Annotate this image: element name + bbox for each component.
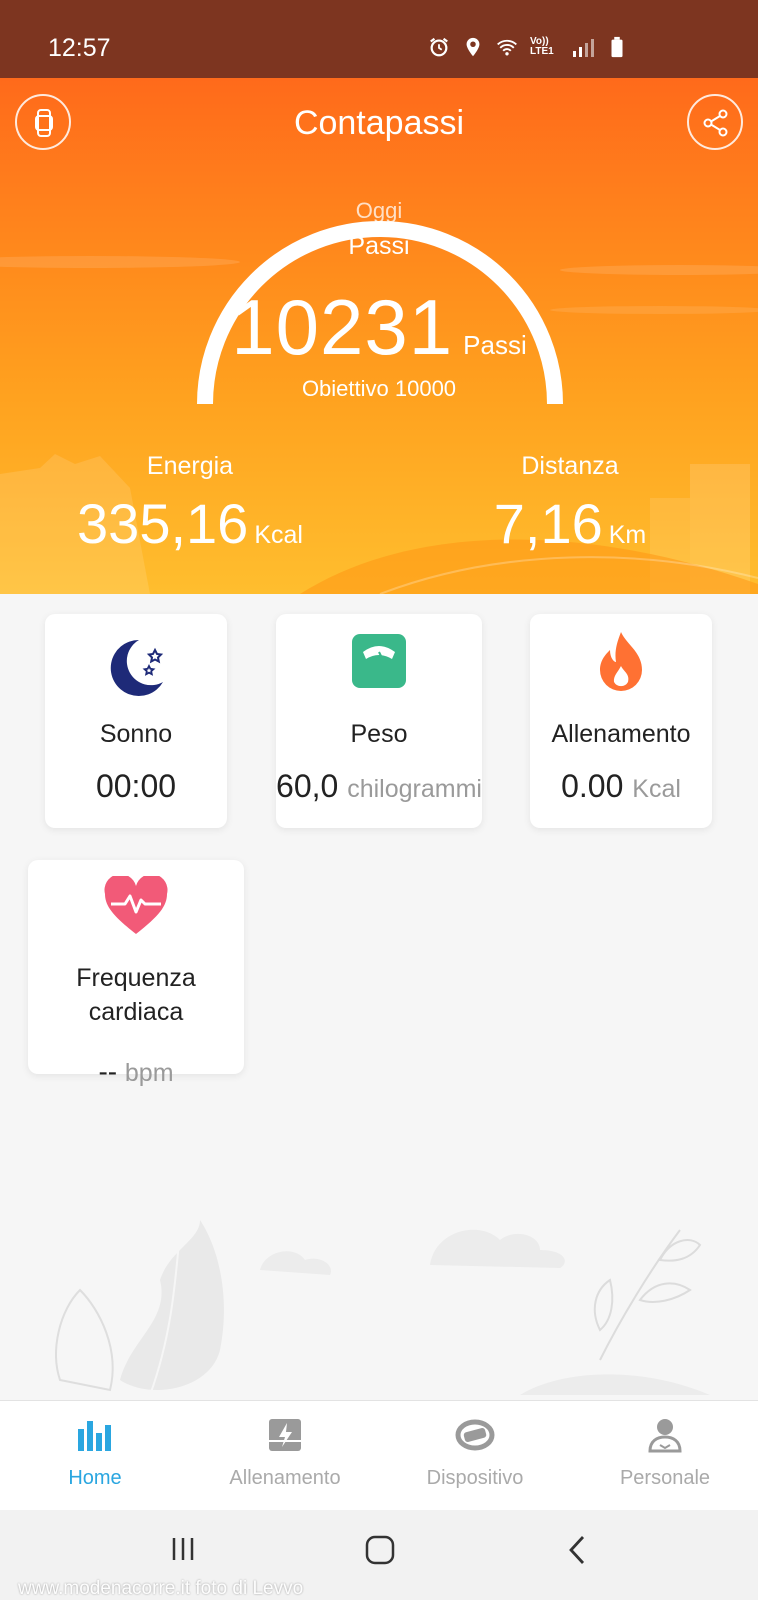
recent-apps-icon[interactable]	[168, 1534, 198, 1564]
weight-unit: chilogrammi	[347, 775, 482, 803]
steps-label: Passi	[348, 232, 410, 260]
page-title: Contapassi	[293, 104, 465, 142]
watermark: www.modenacorre.it foto di Levvo	[18, 1578, 304, 1599]
steps-period: Oggi	[355, 198, 403, 223]
energy-stat: Energia 335,16 Kcal	[40, 452, 340, 556]
location-icon	[466, 37, 480, 57]
nav-device-label: Dispositivo	[426, 1467, 524, 1489]
training-title: Allenamento	[551, 720, 691, 748]
nav-home-label: Home	[68, 1467, 122, 1489]
energy-value: 335,16	[77, 492, 249, 555]
alarm-icon	[430, 37, 448, 57]
status-bar: 12:57 Vo)) LTE1	[0, 0, 758, 78]
steps-readout: 10231 Passi	[0, 282, 758, 373]
nav-training[interactable]: Allenamento	[190, 1401, 380, 1511]
weight-title: Peso	[350, 720, 408, 748]
nav-personal[interactable]: Personale	[570, 1401, 758, 1511]
workout-icon	[269, 1419, 301, 1451]
sleep-title: Sonno	[99, 720, 173, 748]
heart-unit: bpm	[124, 1059, 174, 1087]
nav-personal-label: Personale	[619, 1467, 711, 1489]
nav-home[interactable]: Home	[0, 1401, 190, 1511]
steps-value: 10231	[231, 283, 454, 371]
signal-icon	[573, 39, 594, 57]
bar-chart-icon	[78, 1421, 111, 1451]
training-value-row: 0.00 Kcal	[510, 768, 732, 805]
flame-icon	[600, 632, 642, 691]
steps-goal: Obiettivo 10000	[301, 376, 457, 401]
heart-rate-card[interactable]: Frequenza cardiaca -- bpm	[28, 860, 244, 1087]
status-time: 12:57	[48, 34, 111, 62]
nav-training-label: Allenamento	[229, 1467, 341, 1489]
sleep-card[interactable]: Sonno 00:00	[45, 614, 227, 828]
training-unit: Kcal	[632, 775, 681, 803]
distance-unit: Km	[608, 521, 647, 549]
share-button[interactable]	[687, 94, 743, 150]
network-label: Vo)) LTE1	[530, 36, 554, 57]
background-illustration	[55, 1220, 710, 1396]
moon-icon	[110, 639, 164, 696]
bottom-navigation: Home Allenamento Dispositivo Personale	[0, 1400, 758, 1511]
back-icon[interactable]	[566, 1534, 588, 1566]
training-value: 0.00	[561, 768, 624, 804]
heart-icon	[104, 876, 168, 934]
home-button-icon[interactable]	[364, 1534, 396, 1566]
battery-icon	[611, 36, 623, 58]
status-icons: Vo)) LTE1	[428, 36, 628, 58]
weight-card[interactable]: Peso 60,0 chilogrammi	[276, 614, 482, 828]
heart-value-row: -- bpm	[8, 1056, 264, 1088]
sleep-value-row: 00:00	[25, 768, 247, 805]
heart-title-line1: Frequenza	[76, 964, 196, 992]
energy-label: Energia	[146, 452, 234, 480]
training-card[interactable]: Allenamento 0.00 Kcal	[530, 614, 712, 828]
person-icon	[648, 1419, 682, 1453]
band-icon	[455, 1419, 495, 1451]
scale-icon	[352, 634, 406, 688]
weight-value: 60,0	[276, 768, 339, 804]
distance-label: Distanza	[521, 452, 619, 480]
wifi-icon	[497, 39, 517, 56]
heart-value: --	[98, 1056, 118, 1087]
steps-unit: Passi	[463, 330, 527, 360]
nav-device[interactable]: Dispositivo	[380, 1401, 570, 1511]
energy-unit: Kcal	[254, 521, 303, 549]
distance-stat: Distanza 7,16 Km	[420, 452, 720, 556]
heart-title-line2: cardiaca	[88, 998, 184, 1026]
distance-value: 7,16	[493, 492, 603, 555]
sleep-value: 00:00	[95, 768, 177, 804]
share-icon	[703, 109, 728, 137]
weight-value-row: 60,0 chilogrammi	[256, 768, 502, 805]
